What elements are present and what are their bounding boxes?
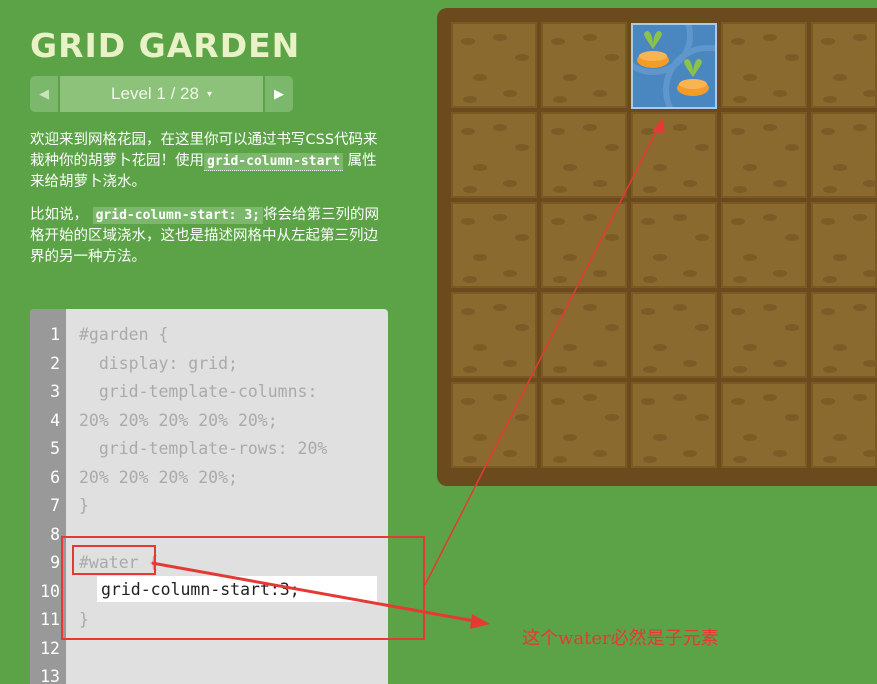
arrow-left-icon: ◀ [39, 86, 49, 101]
soil-cell [721, 22, 807, 108]
soil-cell [451, 22, 537, 108]
level-dropdown[interactable]: Level 1 / 28 ▾ [60, 76, 263, 112]
annotation-box-selector [72, 545, 156, 575]
line-number: 10 [40, 581, 60, 601]
soil-cell [721, 112, 807, 198]
soil-cell [631, 292, 717, 378]
soil-cell [541, 202, 627, 288]
annotation-note: 这个water必然是子元素 [522, 628, 719, 649]
code-line: } [79, 496, 89, 515]
instruction-paragraph-2: 比如说， grid-column-start: 3; 将会给第三列的网格开始的区域… [30, 205, 388, 268]
game-title: GRID GARDEN [30, 26, 301, 65]
soil-cell [631, 112, 717, 198]
level-selector: ◀ Level 1 / 28 ▾ ▶ [30, 76, 293, 112]
line-number: 11 [40, 610, 60, 629]
soil-cell [451, 382, 537, 468]
soil-cell [541, 112, 627, 198]
code-line: grid-template-columns: [79, 382, 318, 401]
soil-cell [811, 382, 877, 468]
level-label: Level 1 / 28 [111, 84, 199, 103]
code-line: display: grid; [79, 353, 238, 373]
soil-cell [631, 202, 717, 288]
line-number: 4 [50, 410, 60, 430]
property-link[interactable]: grid-column-start [204, 153, 344, 171]
instructions: 欢迎来到网格花园，在这里你可以通过书写CSS代码来栽种你的胡萝卜花园！使用 gri… [30, 130, 388, 280]
soil-cell [811, 112, 877, 198]
line-number: 12 [40, 638, 60, 658]
soil-cell [811, 22, 877, 108]
instruction-text: 比如说， [30, 207, 88, 223]
code-line: grid-template-rows: 20% [79, 439, 328, 458]
code-example: grid-column-start: 3; [92, 207, 263, 224]
line-number: 8 [50, 524, 60, 544]
code-line: #garden { [79, 325, 169, 344]
carrot-icon [637, 31, 669, 68]
code-line: 20% 20% 20% 20%; [79, 467, 238, 487]
soil-cell [541, 382, 627, 468]
soil-cell [721, 202, 807, 288]
soil-cell [451, 112, 537, 198]
soil-cell [721, 292, 807, 378]
instruction-paragraph-1: 欢迎来到网格花园，在这里你可以通过书写CSS代码来栽种你的胡萝卜花园！使用 gri… [30, 130, 388, 193]
soil-cell [631, 382, 717, 468]
caret-down-icon: ▾ [206, 88, 212, 100]
soil-cell [811, 202, 877, 288]
line-number: 5 [50, 439, 60, 458]
next-level-button[interactable]: ▶ [263, 76, 293, 112]
line-number: 7 [50, 496, 60, 515]
prev-level-button[interactable]: ◀ [30, 76, 60, 112]
water-tile [631, 23, 717, 109]
line-number: 6 [50, 467, 60, 487]
soil-cell [451, 202, 537, 288]
soil-cell [541, 22, 627, 108]
carrot-icon [677, 59, 709, 96]
soil-cell [451, 292, 537, 378]
line-number: 2 [50, 353, 60, 373]
line-number: 13 [40, 667, 60, 684]
line-number: 9 [50, 553, 60, 572]
arrow-right-icon: ▶ [274, 86, 284, 101]
line-number: 1 [50, 325, 60, 344]
soil-cell [541, 292, 627, 378]
line-number: 3 [50, 382, 60, 401]
soil-cell [811, 292, 877, 378]
soil-cell [721, 382, 807, 468]
code-line: 20% 20% 20% 20% 20%; [79, 410, 278, 430]
